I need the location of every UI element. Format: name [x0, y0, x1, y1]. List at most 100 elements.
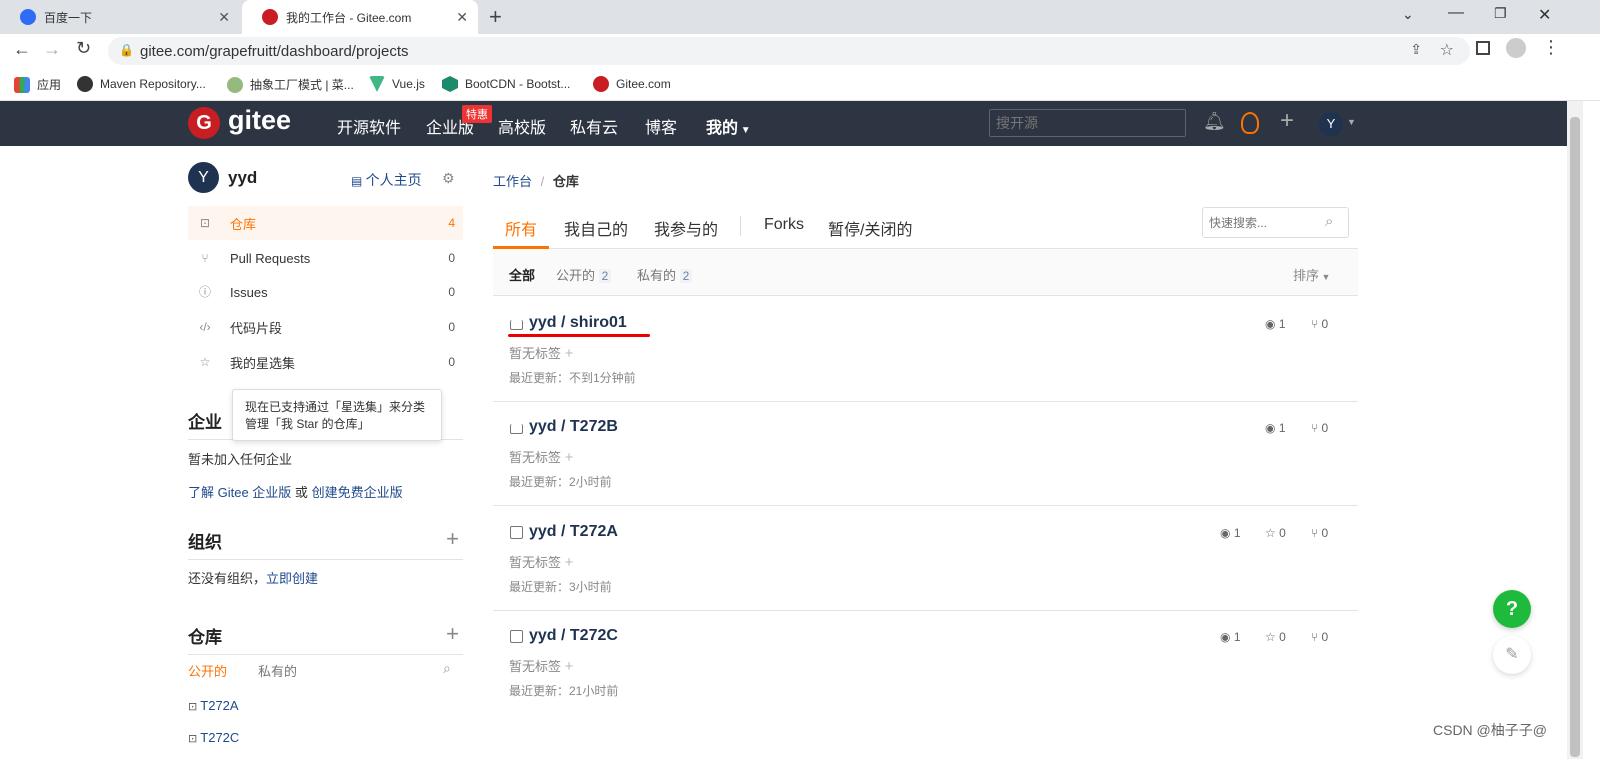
repo-link: T272A	[200, 698, 239, 713]
add-organization-icon[interactable]: +	[446, 526, 459, 552]
caret-down-icon[interactable]: ▼	[1347, 117, 1356, 127]
tab-search-icon[interactable]: ⌄	[1402, 6, 1414, 23]
sidebar-tab-private[interactable]: 私有的	[258, 661, 297, 680]
tab-all[interactable]: 所有	[505, 216, 537, 240]
minimize-icon[interactable]: —	[1448, 4, 1464, 22]
sidebar-repo-item[interactable]: ⊡ T272A	[188, 698, 239, 713]
url-text: gitee.com/grapefruitt/dashboard/projects	[140, 42, 409, 60]
filter-all[interactable]: 全部	[509, 265, 535, 284]
forward-icon[interactable]: →	[43, 39, 61, 60]
repo-list-item[interactable]: yyd / T272A 暂无标签 + 最近更新：3小时前 ◉ 1 ☆ 0 ⑂ 0	[493, 506, 1358, 611]
share-icon[interactable]: ⇪	[1410, 41, 1422, 58]
star-count: 0	[1279, 526, 1286, 540]
new-tab-icon[interactable]: +	[489, 4, 502, 30]
create-plus-icon[interactable]: +	[1280, 107, 1294, 135]
nav-private-cloud[interactable]: 私有云	[570, 114, 618, 138]
repo-list-item[interactable]: yyd / T272C 暂无标签 + 最近更新：21小时前 ◉ 1 ☆ 0 ⑂ …	[493, 610, 1358, 715]
sort-dropdown[interactable]: 排序 ▼	[1293, 265, 1330, 284]
tab-forks[interactable]: Forks	[764, 216, 804, 234]
fork-stat[interactable]: ⑂ 0	[1311, 317, 1328, 331]
watch-stat[interactable]: ◉ 1	[1220, 630, 1241, 644]
close-tab-icon[interactable]: ✕	[218, 9, 230, 26]
watch-stat[interactable]: ◉ 1	[1265, 421, 1286, 435]
tab-participated[interactable]: 我参与的	[654, 216, 718, 240]
nav-education[interactable]: 高校版	[498, 114, 546, 138]
back-icon[interactable]: ←	[13, 39, 31, 60]
watch-stat[interactable]: ◉ 1	[1220, 526, 1241, 540]
red-underline-annotation	[508, 334, 650, 337]
repo-title[interactable]: yyd / T272B	[529, 418, 618, 436]
gitee-logo-icon[interactable]: G	[188, 107, 220, 139]
profile-icon[interactable]	[1506, 38, 1526, 58]
search-open-source-input[interactable]	[989, 109, 1186, 137]
bookmark-apps[interactable]: 应用	[14, 76, 61, 93]
fork-stat[interactable]: ⑂ 0	[1311, 526, 1328, 540]
star-stat[interactable]: ☆ 0	[1265, 526, 1286, 540]
browser-tab-gitee[interactable]: 我的工作台 - Gitee.com ✕	[242, 0, 478, 34]
sidebar-search-icon[interactable]: ⌕	[443, 660, 451, 677]
reload-icon[interactable]: ↻	[76, 38, 91, 59]
user-avatar[interactable]: Y	[1319, 112, 1343, 136]
sidebar-item-repos[interactable]: ⊡ 仓库 4	[188, 206, 463, 240]
menu-kebab-icon[interactable]: ⋮	[1542, 37, 1560, 58]
add-tag-icon[interactable]: +	[565, 345, 574, 362]
settings-gear-icon[interactable]: ⚙	[442, 170, 455, 187]
fork-stat[interactable]: ⑂ 0	[1311, 630, 1328, 644]
scrollbar-thumb[interactable]	[1570, 117, 1580, 757]
fork-stat[interactable]: ⑂ 0	[1311, 421, 1328, 435]
repo-list-item[interactable]: yyd / T272B 暂无标签 + 最近更新：2小时前 ◉ 1 ⑂ 0	[493, 401, 1358, 506]
create-enterprise-link[interactable]: 创建免费企业版	[312, 485, 403, 500]
watch-stat[interactable]: ◉ 1	[1265, 317, 1286, 331]
tab-mine[interactable]: 我自己的	[564, 216, 628, 240]
repo-title[interactable]: yyd / T272A	[529, 523, 618, 541]
sidebar-item-snippets[interactable]: ‹/› 代码片段 0	[188, 310, 463, 344]
sidebar-tab-public[interactable]: 公开的	[188, 661, 227, 680]
star-stat[interactable]: ☆ 0	[1265, 630, 1286, 644]
search-icon[interactable]: ⌕	[1325, 213, 1333, 230]
learn-enterprise-link[interactable]: 了解 Gitee 企业版	[188, 485, 291, 500]
sidebar-item-pull-requests[interactable]: ⑂ Pull Requests 0	[188, 241, 463, 275]
sidebar-repo-item[interactable]: ⊡ T272C	[188, 730, 239, 745]
sidebar-username[interactable]: yyd	[228, 168, 257, 188]
nav-blog[interactable]: 博客	[645, 114, 677, 138]
address-bar[interactable]: 🔒 gitee.com/grapefruitt/dashboard/projec…	[108, 37, 1470, 65]
repo-list-item[interactable]: yyd / shiro01 暂无标签 + 最近更新：不到1分钟前 ◉ 1 ⑂ 0	[493, 297, 1358, 402]
window-close-icon[interactable]: ✕	[1538, 5, 1551, 25]
breadcrumb-workbench[interactable]: 工作台	[493, 174, 532, 189]
gitee-logo-text[interactable]: gitee	[228, 105, 291, 136]
tab-closed[interactable]: 暂停/关闭的	[828, 216, 912, 240]
star-icon: ☆	[1265, 526, 1280, 540]
sidebar-item-issues[interactable]: ⓘ Issues 0	[188, 275, 463, 309]
add-repo-icon[interactable]: +	[446, 621, 459, 647]
add-tag-icon[interactable]: +	[565, 554, 574, 571]
bookmark-vue[interactable]: Vue.js	[369, 76, 425, 92]
bookmark-maven[interactable]: Maven Repository...	[77, 76, 206, 92]
restore-icon[interactable]: ❐	[1494, 5, 1507, 22]
bell-icon[interactable]: 🔔︎	[1203, 111, 1226, 132]
breadcrumb-current: 仓库	[552, 174, 579, 189]
filter-public[interactable]: 公开的 2	[556, 265, 612, 284]
nav-mine[interactable]: 我的 ▼	[706, 114, 751, 138]
repo-title[interactable]: yyd / T272C	[529, 627, 618, 645]
bookmark-gitee[interactable]: Gitee.com	[593, 76, 671, 92]
close-tab-icon[interactable]: ✕	[456, 9, 468, 26]
create-org-link[interactable]: 立即创建	[266, 571, 318, 586]
add-tag-icon[interactable]: +	[565, 449, 574, 466]
lightbulb-icon[interactable]	[1241, 112, 1259, 134]
feedback-edit-icon[interactable]: ✎	[1493, 636, 1531, 674]
browser-tab-baidu[interactable]: 百度一下 ✕	[0, 0, 240, 34]
sidebar-item-star-collections[interactable]: ☆ 我的星选集 0	[188, 345, 463, 379]
repo-title[interactable]: yyd / shiro01	[529, 314, 627, 332]
personal-homepage-link[interactable]: ▤ 个人主页	[351, 170, 422, 190]
filter-private[interactable]: 私有的 2	[637, 265, 693, 284]
sidebar-avatar[interactable]: Y	[188, 162, 219, 193]
side-panel-icon[interactable]	[1476, 41, 1490, 55]
nav-open-source[interactable]: 开源软件	[337, 114, 401, 138]
add-tag-icon[interactable]: +	[565, 658, 574, 675]
page-scrollbar[interactable]	[1567, 101, 1583, 759]
bookmark-star-icon[interactable]: ☆	[1440, 40, 1454, 60]
fork-count: 0	[1321, 421, 1329, 435]
help-button[interactable]: ?	[1493, 590, 1531, 628]
bookmark-runoob[interactable]: 抽象工厂模式 | 菜...	[227, 76, 354, 93]
bookmark-bootcdn[interactable]: BootCDN - Bootst...	[442, 76, 570, 92]
